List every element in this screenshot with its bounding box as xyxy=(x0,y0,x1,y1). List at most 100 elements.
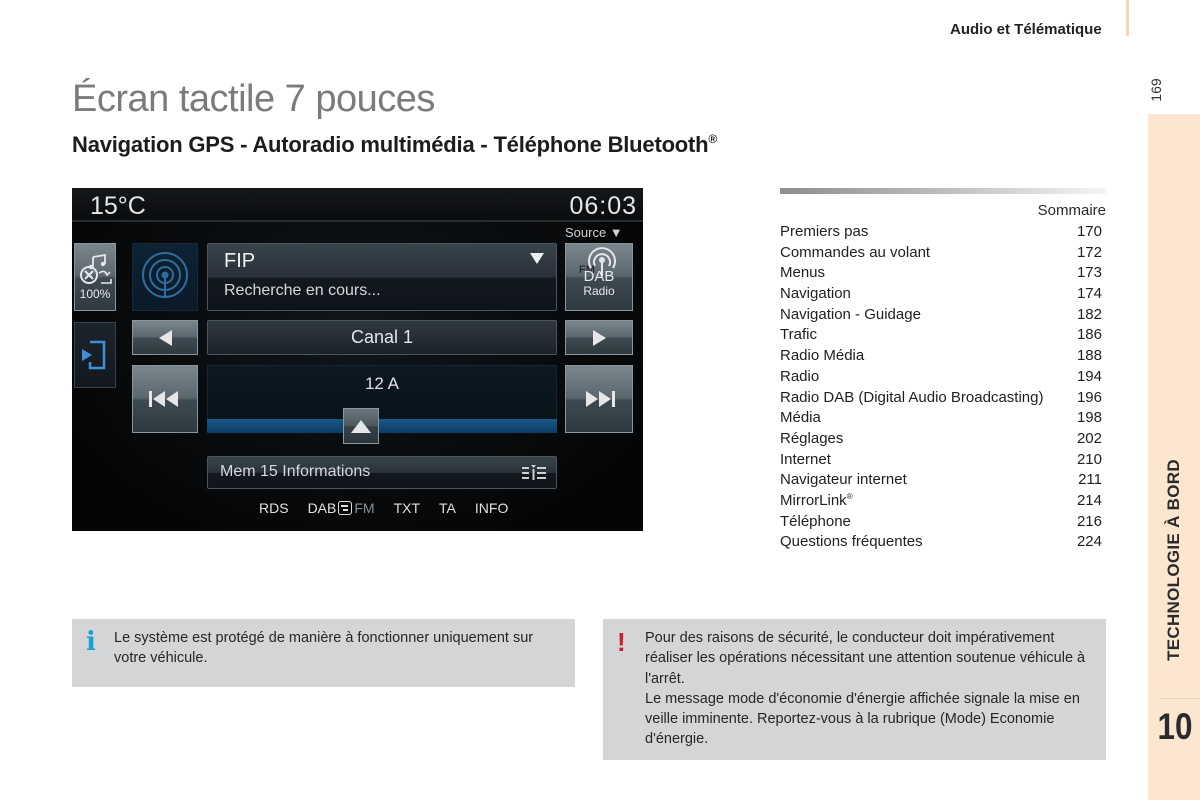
touchscreen-illustration: 15°C 06:03 Source ▼ 100% FIP Recherche e… xyxy=(72,188,643,531)
tuning-slider-handle[interactable] xyxy=(343,408,379,444)
toc-entry-text: Téléphone xyxy=(780,512,851,530)
toc-entry[interactable]: Internet 210 xyxy=(780,450,1106,471)
toc-entry-label: Questions fréquentes xyxy=(780,532,923,553)
page-number: 169 xyxy=(1148,78,1164,102)
warning-note-text: Pour des raisons de sécurité, le conduct… xyxy=(645,628,1096,750)
volume-button[interactable]: 100% xyxy=(74,243,116,311)
toc-entry[interactable]: Navigation 174 xyxy=(780,284,1106,305)
running-head: Audio et Télématique xyxy=(950,21,1102,38)
toc-entry-page: 216 xyxy=(1076,512,1102,530)
toc-entry[interactable]: Commandes au volant 172 xyxy=(780,243,1106,264)
dab-fm-toggle[interactable]: DAB FM xyxy=(308,500,375,516)
toggle-icon xyxy=(338,501,353,515)
toc-entry-text: Radio DAB (Digital Audio Broadcasting) xyxy=(780,388,1044,406)
next-button[interactable] xyxy=(565,320,633,355)
info-note: i Le système est protégé de manière à fo… xyxy=(72,619,575,687)
radio-signal-icon xyxy=(142,252,188,298)
warning-icon: ! xyxy=(617,627,626,657)
preset-selector[interactable]: Mem 15 Informations xyxy=(207,456,557,489)
exit-icon xyxy=(82,340,106,370)
toc-entry[interactable]: Radio DAB (Digital Audio Broadcasting) 19… xyxy=(780,388,1106,409)
toc-entry[interactable]: Premiers pas 170 xyxy=(780,222,1106,243)
toc-entry-page: 172 xyxy=(1076,243,1102,261)
source-radio-button[interactable]: FM DAB Radio xyxy=(565,243,633,311)
skip-forward-icon xyxy=(586,391,615,407)
header-rule xyxy=(1126,0,1129,36)
toc-entry-text: Questions fréquentes xyxy=(780,533,923,551)
toc-entry-text: Internet xyxy=(780,450,831,468)
seek-forward-button[interactable] xyxy=(565,365,633,433)
preset-label: Mem 15 Informations xyxy=(220,463,371,480)
registered-mark: ® xyxy=(708,132,718,146)
toc-entry[interactable]: Navigateur internet 211 xyxy=(780,470,1106,491)
toc-entry-label: Média xyxy=(780,408,821,429)
warning-paragraph: Pour des raisons de sécurité, le conduct… xyxy=(645,630,1086,687)
toc-entry-page: 224 xyxy=(1076,533,1102,551)
info-note-text: Le système est protégé de manière à fonc… xyxy=(114,630,534,667)
chapter-tab-text: TECHNOLOGIE À BORD xyxy=(1164,459,1183,661)
toc-entry-label: Navigation xyxy=(780,284,851,305)
toc-entry[interactable]: Média 198 xyxy=(780,408,1106,429)
temperature-readout: 15°C xyxy=(90,192,146,220)
ta-toggle[interactable]: TA xyxy=(439,500,456,516)
toc-rule xyxy=(780,188,1106,194)
toc-entry[interactable]: Trafic 186 xyxy=(780,325,1106,346)
subtitle-text: Navigation GPS - Autoradio multimédia - … xyxy=(72,132,709,157)
toc-entry-page: 194 xyxy=(1076,367,1102,385)
radio-label: Radio xyxy=(583,284,615,298)
toc-entry[interactable]: Questions fréquentes 224 xyxy=(780,532,1106,553)
toc-entry-label: Radio Média xyxy=(780,346,864,367)
screen-status-bar: 15°C 06:03 xyxy=(72,188,643,222)
page-title: Écran tactile 7 pouces xyxy=(72,78,435,120)
triangle-left-icon xyxy=(158,329,172,346)
toc-entry[interactable]: MirrorLink® 214 xyxy=(780,491,1106,512)
toc-entry-page: 196 xyxy=(1076,388,1102,406)
toc-entry[interactable]: Radio Média 188 xyxy=(780,346,1106,367)
toc-entry[interactable]: Réglages 202 xyxy=(780,429,1106,450)
list-settings-icon xyxy=(522,465,546,480)
triangle-right-icon xyxy=(592,329,606,346)
toc-entry-text: Trafic xyxy=(780,326,817,344)
station-selector[interactable]: FIP Recherche en cours... xyxy=(207,243,557,311)
station-status: Recherche en cours... xyxy=(224,282,381,299)
toc-entry[interactable]: Téléphone 216 xyxy=(780,512,1106,533)
toc-entry-label: Réglages xyxy=(780,429,843,450)
source-dropdown[interactable]: Source ▼ xyxy=(565,225,623,240)
toc-entry-text: Réglages xyxy=(780,429,844,447)
toc-entry-text: Menus xyxy=(780,264,826,282)
dab-label: DAB xyxy=(583,268,615,285)
music-mute-icon xyxy=(80,253,112,284)
triangle-up-icon xyxy=(351,419,371,433)
rds-toggle[interactable]: RDS xyxy=(259,500,289,516)
fm-option: FM xyxy=(354,500,375,516)
toc-entry-page: 173 xyxy=(1076,264,1102,282)
toc-entry-text: Navigateur internet xyxy=(780,471,907,489)
toc-title: Sommaire xyxy=(1037,202,1106,219)
toc-entry-page: 174 xyxy=(1076,285,1102,303)
previous-button[interactable] xyxy=(132,320,198,355)
toc-entry[interactable]: Navigation - Guidage 182 xyxy=(780,305,1106,326)
toc-entry-page: 210 xyxy=(1076,450,1102,468)
toc-entry-label: MirrorLink® xyxy=(780,491,853,512)
channel-label: Canal 1 xyxy=(350,327,414,347)
dropdown-arrow-icon xyxy=(530,253,544,264)
tuning-slider-track[interactable] xyxy=(207,419,557,433)
toc-entry-label: Téléphone xyxy=(780,512,851,533)
chapter-number: 10 xyxy=(1157,706,1193,747)
txt-toggle[interactable]: TXT xyxy=(394,500,420,516)
toc-entry-label: Navigation - Guidage xyxy=(780,305,921,326)
signal-tile xyxy=(132,243,198,311)
skip-back-icon xyxy=(149,391,178,407)
toc-entry-label: Navigateur internet xyxy=(780,470,907,491)
info-toggle[interactable]: INFO xyxy=(475,500,508,516)
table-of-contents: Sommaire Premiers pas 170 Commandes au vol… xyxy=(780,188,1106,553)
toc-entry-page: 170 xyxy=(1076,223,1102,240)
toc-list: Premiers pas 170 Commandes au volant 172 Men… xyxy=(780,222,1106,553)
toc-entry[interactable]: Radio 194 xyxy=(780,367,1106,388)
toc-entry-text: Premiers pas xyxy=(780,223,869,240)
toc-entry[interactable]: Menus 173 xyxy=(780,263,1106,284)
seek-back-button[interactable] xyxy=(132,365,198,433)
toc-entry-label: Commandes au volant xyxy=(780,243,930,264)
exit-button[interactable] xyxy=(74,322,116,388)
toc-entry-page: 182 xyxy=(1076,305,1102,323)
